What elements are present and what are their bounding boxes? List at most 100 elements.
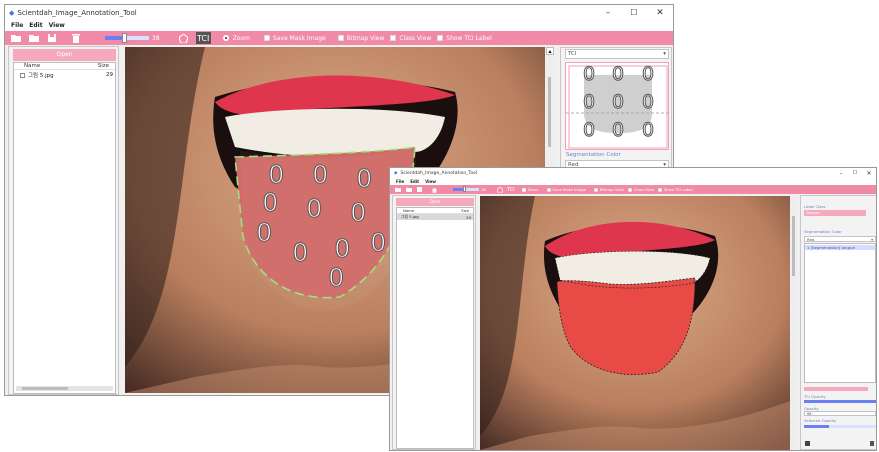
image-canvas[interactable] [480, 196, 790, 450]
canvas-vscrollbar[interactable] [791, 196, 797, 450]
folder-icon[interactable] [27, 34, 41, 42]
tci-grid-mark[interactable]: 0 [641, 63, 654, 86]
tongue-mark[interactable]: 0 [328, 262, 344, 293]
tci-button[interactable]: TCI [195, 32, 211, 44]
tci-opacity-slider[interactable] [804, 400, 876, 403]
file-list-hscrollbar[interactable] [16, 386, 113, 391]
tongue-mark[interactable]: 0 [350, 197, 366, 228]
open-folder-icon[interactable] [9, 34, 23, 42]
show-tci-checkbox[interactable] [437, 35, 444, 41]
brush-size-slider[interactable] [453, 186, 479, 192]
settings-icon[interactable] [805, 441, 810, 446]
class-value-field[interactable]: Tongue [804, 210, 866, 216]
menu-view[interactable]: View [425, 179, 436, 184]
window-title: Scientdah_Image_Annotation_Tool [17, 8, 137, 17]
dropdown-arrow-icon: ▾ [663, 51, 666, 57]
tci-grid-mark[interactable]: 0 [611, 91, 624, 114]
show-tci-checkbox[interactable] [657, 187, 662, 192]
file-size: 29 [466, 214, 471, 220]
segmentation-color-combo[interactable]: Red ▾ [804, 236, 876, 242]
show-tci-label: Show TCI Label [663, 187, 693, 192]
col-name: Name [24, 63, 41, 69]
annotation-item[interactable]: 1 [Segmentation] tongue [805, 245, 875, 250]
tongue-mark[interactable]: 0 [334, 233, 350, 264]
zoom-radio-label: Zoom [527, 187, 539, 192]
tci-grid-mark[interactable]: 0 [582, 91, 595, 114]
tongue-mark[interactable]: 0 [292, 237, 308, 268]
bitmap-view-checkbox[interactable] [337, 35, 344, 41]
save-mask-checkbox[interactable] [546, 187, 551, 192]
delete-icon[interactable] [69, 33, 83, 43]
tongue-mark[interactable]: 0 [256, 217, 272, 248]
brush-size-slider-knob[interactable] [463, 186, 467, 192]
tongue-mark[interactable]: 0 [370, 227, 386, 258]
toolbar: 38 TCI Zoom Save Mask Image Bitmap View … [390, 185, 876, 194]
properties-panel: Label Class Tongue Segmentation Color Re… [800, 195, 876, 450]
menu-edit[interactable]: Edit [29, 22, 42, 29]
tongue-mark[interactable]: 0 [356, 163, 372, 194]
tci-grid-mark[interactable]: 0 [582, 63, 595, 86]
folder-icon[interactable] [404, 187, 413, 192]
tongue-mark[interactable]: 0 [262, 187, 278, 218]
col-size: Size [97, 63, 109, 69]
brush-size-slider-knob[interactable] [122, 33, 128, 43]
tci-grid-mark[interactable]: 0 [611, 119, 624, 142]
tci-grid-mark[interactable]: 0 [582, 119, 595, 142]
tci-grid-preview[interactable]: 0 0 0 0 0 0 0 0 0 [565, 62, 670, 150]
second-window: ◆ Scientdah_Image_Annotation_Tool – ☐ ✕ … [389, 167, 877, 451]
tci-combo[interactable]: TCI ▾ [565, 49, 669, 59]
polygon-icon[interactable] [496, 186, 504, 193]
file-list: Name Size 그림 5.jpg 29 [396, 207, 474, 449]
scroll-thumb[interactable] [548, 77, 551, 147]
slider-value: 38 [481, 187, 486, 192]
minimize-icon[interactable]: – [834, 170, 848, 177]
maximize-icon[interactable]: ☐ [848, 170, 862, 177]
zoom-radio[interactable] [521, 187, 526, 192]
bitmap-view-checkbox[interactable] [593, 187, 598, 192]
close-icon[interactable]: ✕ [862, 170, 876, 177]
save-mask-label: Save Mask Image [272, 34, 326, 42]
brush-size-slider[interactable] [105, 33, 149, 43]
zoom-radio[interactable] [222, 35, 229, 41]
file-row[interactable]: 그림 5.jpg 29 [397, 214, 473, 220]
menu-file[interactable]: File [396, 179, 404, 184]
minimize-icon[interactable]: – [595, 8, 621, 18]
save-mask-checkbox[interactable] [263, 35, 270, 41]
tongue-mark[interactable]: 0 [268, 159, 284, 190]
tci-button[interactable]: TCI [507, 187, 515, 193]
open-folder-icon[interactable] [393, 187, 402, 192]
col-name: Name [403, 208, 415, 213]
file-name: 그림 5.jpg [28, 73, 54, 79]
opacity-input[interactable]: 68 [804, 411, 876, 416]
tongue-mark[interactable]: 0 [312, 159, 328, 190]
save-icon[interactable] [415, 187, 424, 192]
menu-file[interactable]: File [11, 22, 23, 29]
maximize-icon[interactable]: ☐ [621, 8, 647, 18]
tongue-mark[interactable]: 0 [306, 193, 322, 224]
tci-grid-mark[interactable]: 0 [611, 63, 624, 86]
file-row[interactable]: 그림 5.jpg 29 [14, 70, 115, 79]
window-title: Scientdah_Image_Annotation_Tool [400, 170, 478, 176]
scroll-up-icon[interactable]: ▴ [546, 47, 554, 55]
class-view-label: Class View [399, 34, 432, 42]
open-button[interactable]: Open [396, 198, 474, 206]
class-view-checkbox[interactable] [390, 35, 397, 41]
opacity-value: 68 [807, 411, 812, 416]
dropdown-arrow-icon: ▾ [871, 236, 873, 242]
menu-edit[interactable]: Edit [410, 179, 419, 184]
menu-view[interactable]: View [49, 22, 65, 29]
selected-opacity-slider[interactable] [804, 425, 876, 428]
tci-opacity-bar[interactable] [804, 387, 868, 391]
delete-icon[interactable] [430, 187, 439, 193]
scroll-thumb[interactable] [792, 216, 795, 276]
slider-value: 38 [152, 34, 160, 42]
save-icon[interactable] [45, 34, 59, 42]
open-button[interactable]: Open [13, 49, 116, 61]
close-icon[interactable]: ✕ [647, 8, 673, 18]
menu-bar: File Edit View [5, 20, 673, 31]
polygon-icon[interactable] [178, 33, 190, 43]
tci-grid-mark[interactable]: 0 [641, 119, 654, 142]
class-view-checkbox[interactable] [627, 187, 632, 192]
tci-grid-mark[interactable]: 0 [641, 91, 654, 114]
trash-icon[interactable] [870, 441, 874, 446]
